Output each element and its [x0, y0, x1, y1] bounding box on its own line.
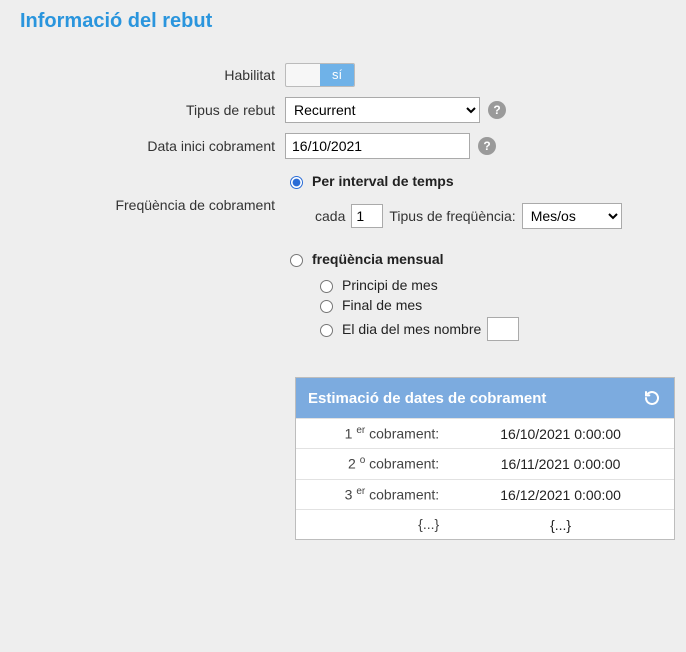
monthly-daynum-label: El dia del mes nombre	[342, 321, 481, 337]
monthly-start-radio[interactable]	[320, 280, 333, 293]
monthly-end-radio[interactable]	[320, 300, 333, 313]
table-row: 1 er cobrament:16/10/2021 0:00:00	[296, 419, 674, 449]
table-row: 2 o cobrament:16/11/2021 0:00:00	[296, 449, 674, 479]
refresh-icon[interactable]	[642, 388, 662, 408]
type-select[interactable]: Recurrent	[285, 97, 480, 123]
est-row-label: {...}	[296, 510, 447, 539]
freq-label: Freqüència de cobrament	[20, 169, 285, 213]
est-row-value: 16/11/2021 0:00:00	[447, 449, 674, 479]
monthly-end-label: Final de mes	[342, 297, 422, 313]
est-row-label: 2 o cobrament:	[296, 449, 447, 479]
est-row-label: 1 er cobrament:	[296, 419, 447, 449]
type-label: Tipus de rebut	[20, 102, 285, 118]
tfreq-label: Tipus de freqüència:	[389, 208, 515, 224]
cada-label: cada	[315, 208, 345, 224]
enabled-toggle[interactable]: sí	[285, 63, 355, 87]
estimation-table: 1 er cobrament:16/10/2021 0:00:002 o cob…	[296, 418, 674, 539]
toggle-on-label: sí	[320, 64, 354, 86]
est-row-value: {...}	[447, 510, 674, 539]
estimation-title: Estimació de dates de cobrament	[308, 390, 546, 407]
mode-monthly-label: freqüència mensual	[312, 251, 444, 267]
every-input[interactable]	[351, 204, 383, 228]
table-row: {...}{...}	[296, 510, 674, 539]
start-date-input[interactable]	[285, 133, 470, 159]
mode-monthly-radio[interactable]	[290, 254, 303, 267]
start-help-icon[interactable]: ?	[478, 137, 496, 155]
enabled-label: Habilitat	[20, 67, 285, 83]
monthly-daynum-radio[interactable]	[320, 324, 333, 337]
mode-interval-label: Per interval de temps	[312, 173, 454, 189]
start-label: Data inici cobrament	[20, 138, 285, 154]
est-row-value: 16/12/2021 0:00:00	[447, 479, 674, 509]
monthly-start-label: Principi de mes	[342, 277, 438, 293]
est-row-value: 16/10/2021 0:00:00	[447, 419, 674, 449]
est-row-label: 3 er cobrament:	[296, 479, 447, 509]
monthly-daynum-input[interactable]	[487, 317, 519, 341]
type-help-icon[interactable]: ?	[488, 101, 506, 119]
mode-interval-radio[interactable]	[290, 176, 303, 189]
table-row: 3 er cobrament:16/12/2021 0:00:00	[296, 479, 674, 509]
freq-type-select[interactable]: Mes/os	[522, 203, 622, 229]
estimation-panel: Estimació de dates de cobrament 1 er cob…	[295, 377, 675, 540]
page-title: Informació del rebut	[20, 10, 666, 33]
